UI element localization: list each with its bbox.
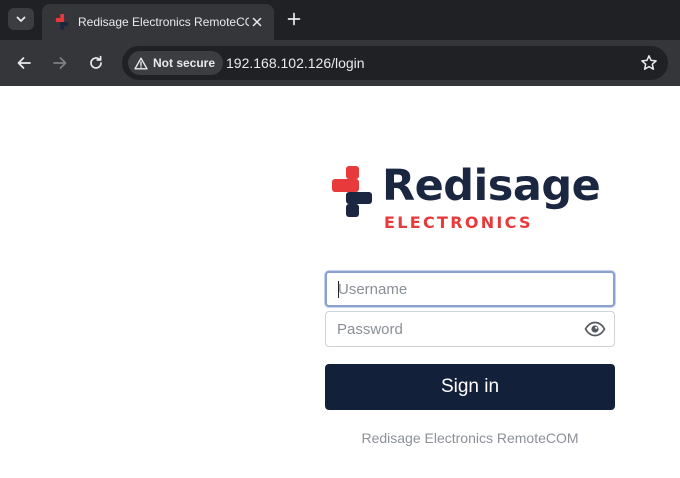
- tab-search-button[interactable]: [8, 8, 34, 30]
- plus-icon: [287, 12, 301, 26]
- reload-icon: [90, 55, 102, 69]
- star-icon[interactable]: [640, 54, 658, 72]
- logo-mark: [332, 166, 372, 217]
- new-tab-button[interactable]: [284, 9, 304, 29]
- warning-icon: [134, 57, 148, 69]
- browser-toolbar: Not secure 192.168.102.126/login: [0, 40, 680, 86]
- redisage-favicon: [55, 14, 69, 30]
- eye-icon[interactable]: [584, 320, 606, 338]
- address-bar[interactable]: Not secure 192.168.102.126/login: [122, 46, 668, 80]
- password-field[interactable]: [325, 311, 615, 347]
- password-input[interactable]: [326, 312, 614, 346]
- back-arrow-icon: [17, 57, 31, 69]
- back-button[interactable]: [13, 52, 35, 74]
- footer-text: Redisage Electronics RemoteCOM: [361, 430, 579, 446]
- brand-subtitle: ELECTRONICS: [384, 213, 533, 232]
- username-input[interactable]: [327, 273, 613, 305]
- tab-title: Redisage Electronics RemoteCOM: [78, 15, 249, 29]
- url-text[interactable]: 192.168.102.126/login: [226, 55, 365, 71]
- browser-tab-strip: Redisage Electronics RemoteCOM: [0, 0, 680, 40]
- security-label: Not secure: [153, 56, 216, 70]
- chevron-down-icon: [16, 16, 26, 22]
- tab-close-button[interactable]: [249, 13, 266, 31]
- text-cursor: [338, 281, 339, 298]
- reload-button[interactable]: [85, 52, 107, 74]
- brand-name: Redisage: [382, 161, 601, 211]
- sign-in-button[interactable]: Sign in: [325, 364, 615, 410]
- username-field[interactable]: [325, 271, 615, 307]
- close-icon: [253, 17, 262, 27]
- browser-tab[interactable]: Redisage Electronics RemoteCOM: [42, 4, 274, 40]
- site-security-chip[interactable]: Not secure: [128, 51, 224, 75]
- forward-button[interactable]: [49, 52, 71, 74]
- forward-arrow-icon: [53, 57, 67, 69]
- redisage-logo: Redisage ELECTRONICS: [332, 161, 622, 236]
